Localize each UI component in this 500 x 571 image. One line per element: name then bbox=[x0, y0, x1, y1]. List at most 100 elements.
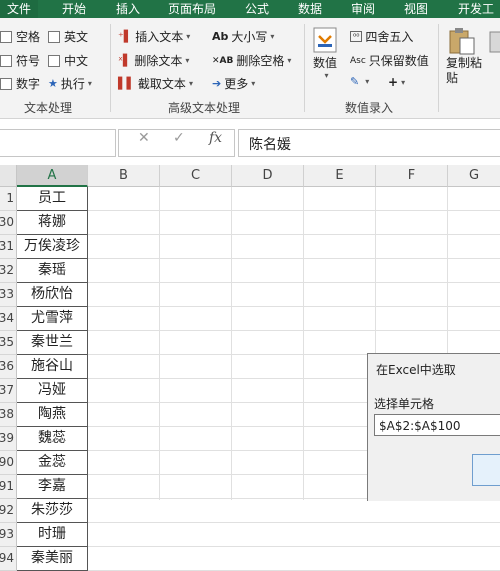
tab-page-layout[interactable]: 页面布局 bbox=[162, 0, 222, 18]
tab-insert[interactable]: 插入 bbox=[110, 0, 146, 18]
insert-function-icon[interactable]: fx bbox=[209, 130, 222, 146]
delete-space-button[interactable]: ✕AB 删除空格 ▾ bbox=[212, 52, 291, 69]
row-header[interactable]: 92 bbox=[0, 499, 17, 523]
tab-home[interactable]: 开始 bbox=[56, 0, 92, 18]
cell-a[interactable]: 员工 bbox=[17, 187, 88, 211]
symbol-checkbox[interactable]: 符号 bbox=[0, 52, 40, 69]
insert-text-button[interactable]: ⁺▌ 插入文本 ▾ bbox=[118, 28, 190, 45]
execute-button[interactable]: ★ 执行 ▾ bbox=[48, 75, 92, 92]
ribbon-tab-bar: 文件 开始 插入 页面布局 公式 数据 审阅 视图 开发工 bbox=[0, 0, 500, 18]
column-header-g[interactable]: G bbox=[448, 165, 500, 187]
cell-a[interactable]: 尤雪萍 bbox=[17, 307, 88, 331]
extra-ribbon-button[interactable] bbox=[488, 26, 500, 56]
tab-review[interactable]: 审阅 bbox=[345, 0, 381, 18]
dialog-ok-button[interactable] bbox=[472, 454, 500, 486]
select-all-corner[interactable] bbox=[0, 165, 17, 187]
plus-button[interactable]: + ▾ bbox=[388, 75, 405, 89]
delete-space-icon: ✕AB bbox=[212, 55, 234, 66]
round-button[interactable]: ⁰⁰ 四舍五入 bbox=[350, 28, 413, 45]
space-checkbox[interactable]: 空格 bbox=[0, 28, 40, 45]
row-number: 30 bbox=[0, 215, 14, 229]
cell-a[interactable]: 秦美丽 bbox=[17, 547, 88, 571]
case-button[interactable]: Ab 大小写 ▾ bbox=[212, 28, 274, 45]
cell-a[interactable]: 朱莎莎 bbox=[17, 499, 88, 523]
extract-text-button[interactable]: ▌▌ 截取文本 ▾ bbox=[118, 75, 193, 92]
row-header[interactable]: 90 bbox=[0, 451, 17, 475]
extract-text-label: 截取文本 bbox=[137, 77, 186, 91]
row-header[interactable]: 1 bbox=[0, 187, 17, 211]
digit-checkbox[interactable]: 数字 bbox=[0, 75, 40, 92]
numeric-button[interactable]: 数值 ▾ bbox=[312, 26, 338, 80]
tab-file[interactable]: 文件 bbox=[0, 0, 38, 18]
formula-content: 陈名媛 bbox=[249, 137, 291, 153]
range-input[interactable]: $A$2:$A$100 bbox=[374, 414, 500, 436]
column-header-f[interactable]: F bbox=[376, 165, 448, 187]
cell-a[interactable]: 施谷山 bbox=[17, 355, 88, 379]
tab-formulas[interactable]: 公式 bbox=[239, 0, 275, 18]
keep-values-button[interactable]: Asc 只保留数值 bbox=[350, 52, 429, 69]
row-header[interactable]: 93 bbox=[0, 523, 17, 547]
cell-a[interactable]: 秦世兰 bbox=[17, 331, 88, 355]
column-header-b[interactable]: B bbox=[88, 165, 160, 187]
case-label: 大小写 bbox=[231, 30, 268, 44]
more-button[interactable]: ➔ 更多 ▾ bbox=[212, 75, 255, 92]
row-header[interactable]: 34 bbox=[0, 307, 17, 331]
insert-text-label: 插入文本 bbox=[135, 30, 184, 44]
row-header[interactable]: 31 bbox=[0, 235, 17, 259]
english-label: 英文 bbox=[64, 30, 89, 44]
cell-a[interactable]: 冯娅 bbox=[17, 379, 88, 403]
cell-a[interactable]: 陶燕 bbox=[17, 403, 88, 427]
copy-paste-button[interactable]: 复制粘贴 bbox=[446, 26, 490, 86]
row-header[interactable]: 30 bbox=[0, 211, 17, 235]
row-number: 38 bbox=[0, 407, 14, 421]
row-header[interactable]: 38 bbox=[0, 403, 17, 427]
cell-a[interactable]: 魏蕊 bbox=[17, 427, 88, 451]
cell-a[interactable]: 金蕊 bbox=[17, 451, 88, 475]
gridline bbox=[88, 306, 500, 307]
row-header[interactable]: 37 bbox=[0, 379, 17, 403]
select-range-dialog: 在Excel中选取 选择单元格 $A$2:$A$100 bbox=[367, 353, 500, 501]
round-icon: ⁰⁰ bbox=[350, 31, 363, 42]
row-number: 32 bbox=[0, 263, 14, 277]
cell-a[interactable]: 时珊 bbox=[17, 523, 88, 547]
delete-text-button[interactable]: ˣ▌ 删除文本 ▾ bbox=[118, 52, 189, 69]
row-header[interactable]: 32 bbox=[0, 259, 17, 283]
cancel-icon[interactable]: ✕ bbox=[138, 130, 150, 146]
chevron-down-icon: ▾ bbox=[186, 32, 191, 41]
cell-a[interactable]: 秦瑶 bbox=[17, 259, 88, 283]
clipboard-icon bbox=[449, 28, 475, 55]
column-header-d[interactable]: D bbox=[232, 165, 304, 187]
case-icon: Ab bbox=[212, 30, 229, 43]
row-number: 90 bbox=[0, 455, 14, 469]
column-header-a[interactable]: A bbox=[17, 165, 88, 187]
gridline bbox=[88, 546, 500, 547]
star-icon: ★ bbox=[48, 77, 58, 90]
tab-data[interactable]: 数据 bbox=[292, 0, 328, 18]
chevron-down-icon: ▾ bbox=[185, 56, 190, 65]
tab-developer[interactable]: 开发工 bbox=[452, 0, 500, 18]
confirm-icon[interactable]: ✓ bbox=[173, 130, 185, 146]
row-header[interactable]: 35 bbox=[0, 331, 17, 355]
name-box[interactable] bbox=[0, 129, 116, 157]
chevron-down-icon: ▾ bbox=[287, 56, 292, 65]
symbol-label: 符号 bbox=[16, 54, 41, 68]
cell-a[interactable]: 蒋娜 bbox=[17, 211, 88, 235]
row-header[interactable]: 36 bbox=[0, 355, 17, 379]
row-number: 35 bbox=[0, 335, 14, 349]
column-header-c[interactable]: C bbox=[160, 165, 232, 187]
row-header[interactable]: 39 bbox=[0, 427, 17, 451]
row-header[interactable]: 91 bbox=[0, 475, 17, 499]
row-header[interactable]: 33 bbox=[0, 283, 17, 307]
tab-view[interactable]: 视图 bbox=[398, 0, 434, 18]
english-checkbox[interactable]: 英文 bbox=[48, 28, 88, 45]
row-header[interactable]: 94 bbox=[0, 547, 17, 571]
column-header-e[interactable]: E bbox=[304, 165, 376, 187]
cell-a[interactable]: 万俟凌珍 bbox=[17, 235, 88, 259]
keep-values-icon: Asc bbox=[350, 55, 366, 66]
cell-a[interactable]: 杨欣怡 bbox=[17, 283, 88, 307]
chinese-checkbox[interactable]: 中文 bbox=[48, 52, 88, 69]
edit-button[interactable]: ✎ ▾ bbox=[350, 75, 369, 88]
cell-a[interactable]: 李嘉 bbox=[17, 475, 88, 499]
chevron-down-icon: ▾ bbox=[87, 79, 92, 88]
delete-text-icon: ˣ▌ bbox=[118, 54, 132, 67]
